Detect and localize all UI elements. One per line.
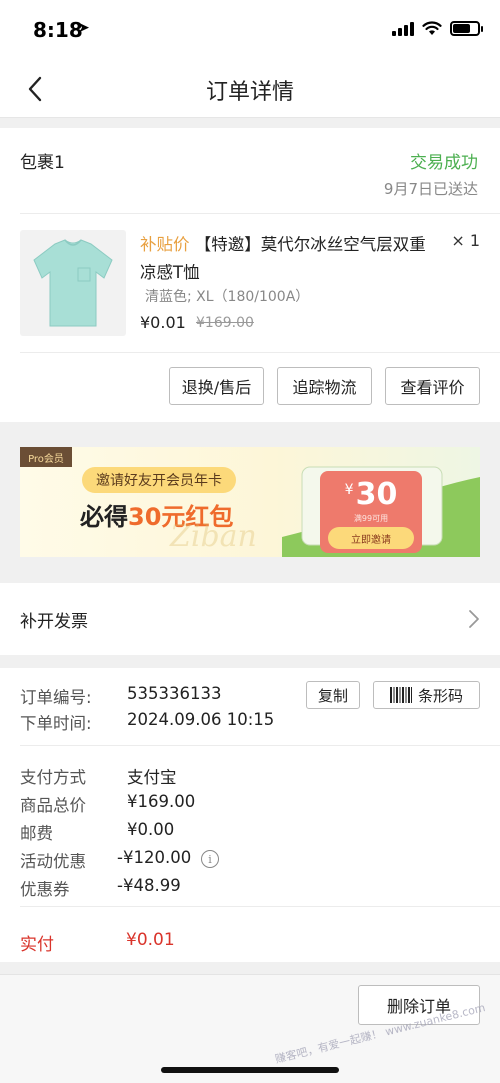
coupon-discount-label: 优惠券 xyxy=(20,880,70,899)
battery-icon xyxy=(450,20,483,36)
delivery-date: 9月7日已送达 xyxy=(383,180,478,198)
coupon-condition: 满99可用 xyxy=(353,514,389,523)
order-time-value: 2024.09.06 10:15 xyxy=(127,710,275,729)
order-status: 交易成功 xyxy=(410,153,478,173)
return-service-button[interactable]: 退换/售后 xyxy=(169,367,264,405)
total-price-value: ¥169.00 xyxy=(127,792,196,811)
payment-method-value: 支付宝 xyxy=(127,768,177,787)
barcode-icon xyxy=(389,687,412,703)
package-title: 包裹1 xyxy=(20,153,65,173)
barcode-button[interactable]: 条形码 xyxy=(373,681,480,709)
promo-banner[interactable]: Pro会员 邀请好友开会员年卡 必得30元红包 Ziban ¥30 满99可用 … xyxy=(20,447,480,557)
divider xyxy=(20,906,500,907)
promo-discount-value: -¥120.00 xyxy=(117,848,192,867)
amount-paid-label: 实付 xyxy=(20,935,54,955)
copy-button[interactable]: 复制 xyxy=(306,681,360,709)
cellular-signal-icon xyxy=(392,20,414,36)
location-arrow-icon: ➤ xyxy=(78,20,90,36)
status-icons xyxy=(392,20,483,36)
home-indicator[interactable] xyxy=(161,1067,339,1073)
order-number-value: 535336133 xyxy=(127,684,222,703)
promo-discount-label: 活动优惠 xyxy=(20,852,86,871)
order-number-label: 订单编号: xyxy=(20,688,92,707)
pro-member-badge: Pro会员 xyxy=(20,447,72,467)
info-icon[interactable]: i xyxy=(201,850,219,868)
invite-now-button[interactable]: 立即邀请 xyxy=(328,527,414,549)
page-title: 订单详情 xyxy=(205,80,294,105)
invoice-row[interactable]: 补开发票 xyxy=(0,583,500,655)
banner-invite-text: 邀请好友开会员年卡 xyxy=(82,467,236,493)
coupon-value: 30 xyxy=(355,477,398,512)
coupon-amount: ¥30 xyxy=(320,477,422,512)
banner-script-decoration: Ziban xyxy=(170,519,257,554)
coupon-discount-value: -¥48.99 xyxy=(117,876,181,895)
wifi-icon xyxy=(422,20,442,35)
product-image[interactable] xyxy=(20,230,126,336)
order-info-card: 订单编号: 535336133 下单时间: 2024.09.06 10:15 复… xyxy=(0,668,500,962)
nav-bar: 订单详情 xyxy=(0,60,500,118)
subsidy-tag: 补贴价 xyxy=(140,235,190,254)
barcode-label: 条形码 xyxy=(417,687,463,705)
product-original-price: ¥169.00 xyxy=(196,315,254,331)
status-bar: 8:18 ➤ xyxy=(0,0,500,60)
tshirt-icon xyxy=(33,239,113,327)
product-price: ¥0.01 xyxy=(140,313,186,332)
product-quantity: × 1 xyxy=(451,231,480,250)
banner-headline-prefix: 必得 xyxy=(80,503,128,531)
status-time: 8:18 xyxy=(33,18,83,42)
package-card: 包裹1 交易成功 9月7日已送达 补贴价 【特邀】莫代尔冰丝空气层双重凉感T恤 … xyxy=(0,128,500,422)
amount-paid-value: ¥0.01 xyxy=(126,930,175,950)
shipping-label: 邮费 xyxy=(20,824,53,843)
divider xyxy=(20,352,500,353)
coupon-card: ¥30 满99可用 立即邀请 xyxy=(320,471,422,553)
chevron-right-icon xyxy=(469,610,479,628)
shipping-value: ¥0.00 xyxy=(127,820,175,839)
bottom-action-bar: 删除订单 赚客吧，有爱一起赚！ www.zuanke8.com xyxy=(0,974,500,1083)
invoice-label: 补开发票 xyxy=(20,612,88,632)
divider xyxy=(20,745,500,746)
product-spec: 清蓝色; XL（180/100A） xyxy=(145,289,310,305)
order-time-label: 下单时间: xyxy=(20,714,92,733)
product-name[interactable]: 补贴价 【特邀】莫代尔冰丝空气层双重凉感T恤 xyxy=(140,231,440,287)
total-price-label: 商品总价 xyxy=(20,796,86,815)
coupon-currency: ¥ xyxy=(344,482,354,498)
payment-method-label: 支付方式 xyxy=(20,768,86,787)
track-logistics-button[interactable]: 追踪物流 xyxy=(277,367,372,405)
view-review-button[interactable]: 查看评价 xyxy=(385,367,480,405)
divider xyxy=(20,213,500,214)
